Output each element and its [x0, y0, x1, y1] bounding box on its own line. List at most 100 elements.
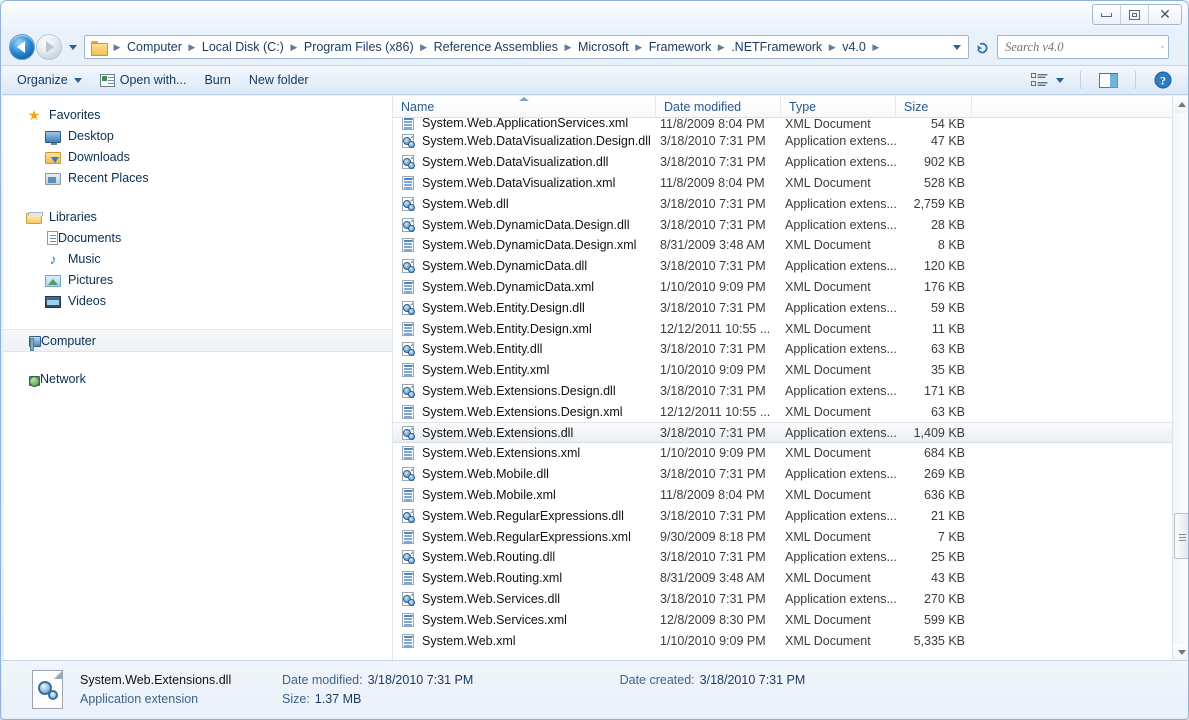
maximize-button[interactable]: [1121, 5, 1149, 24]
table-row[interactable]: System.Web.Entity.dll 3/18/2010 7:31 PM Ap…: [393, 339, 1188, 360]
table-row[interactable]: System.Web.Entity.xml 1/10/2010 9:09 PM XM…: [393, 360, 1188, 381]
table-row[interactable]: System.Web.RegularExpressions.dll 3/18/20…: [393, 505, 1188, 526]
table-row[interactable]: System.Web.DataVisualization.xml 11/8/200…: [393, 173, 1188, 194]
preview-pane-icon: [1097, 71, 1119, 89]
preview-pane-button[interactable]: [1088, 69, 1128, 91]
burn-button[interactable]: Burn: [195, 69, 239, 91]
table-row[interactable]: System.Web.Extensions.xml 1/10/2010 9:09 …: [393, 443, 1188, 464]
search-input[interactable]: [1005, 39, 1161, 55]
cell-name: System.Web.RegularExpressions.xml: [393, 529, 656, 545]
sidebar-item-favorites[interactable]: ★ Favorites: [2, 104, 392, 125]
table-row[interactable]: System.Web.Routing.dll 3/18/2010 7:31 PM A…: [393, 547, 1188, 568]
breadcrumb-item-framework[interactable]: Framework: [645, 38, 716, 56]
address-bar[interactable]: ▶ Computer ▶ Local Disk (C:) ▶ Program F…: [84, 35, 969, 59]
search-box[interactable]: [997, 35, 1169, 59]
column-header-name[interactable]: Name: [393, 96, 656, 118]
table-row[interactable]: System.Web.Extensions.dll 3/18/2010 7:31 …: [393, 422, 1188, 443]
cell-name: System.Web.Extensions.xml: [393, 445, 656, 461]
column-header-label: Size: [904, 99, 929, 114]
breadcrumb-item-local-disk[interactable]: Local Disk (C:): [198, 38, 288, 56]
sidebar-item-downloads[interactable]: Downloads: [2, 146, 392, 167]
burn-label: Burn: [204, 73, 231, 87]
sidebar-item-documents[interactable]: Documents: [2, 227, 392, 248]
breadcrumb-item-program-files[interactable]: Program Files (x86): [300, 38, 418, 56]
chevron-down-icon: [1177, 650, 1186, 655]
table-row[interactable]: System.Web.xml 1/10/2010 9:09 PM XML Docum…: [393, 630, 1188, 651]
sidebar-item-recent-places[interactable]: Recent Places: [2, 167, 392, 188]
table-row[interactable]: System.Web.Entity.Design.dll 3/18/2010 7:…: [393, 297, 1188, 318]
xml-lines-icon: [404, 406, 412, 409]
vertical-scrollbar[interactable]: [1172, 96, 1188, 661]
sidebar-item-label: Network: [40, 371, 86, 386]
table-row[interactable]: System.Web.Extensions.Design.xml 12/12/20…: [393, 401, 1188, 422]
breadcrumb-item-v40[interactable]: v4.0: [838, 38, 870, 56]
close-button[interactable]: ✕: [1149, 5, 1181, 24]
minimize-button[interactable]: [1093, 5, 1121, 24]
view-list-icon: [1028, 71, 1050, 89]
breadcrumb-item-reference-assemblies[interactable]: Reference Assemblies: [430, 38, 562, 56]
sidebar-item-desktop[interactable]: Desktop: [2, 125, 392, 146]
cell-size: 7 KB: [937, 529, 965, 544]
xml-file-icon: [401, 118, 416, 131]
table-row[interactable]: System.Web.DynamicData.xml 1/10/2010 9:09…: [393, 277, 1188, 298]
scrollbar-thumb[interactable]: [1174, 513, 1188, 559]
sidebar-item-network[interactable]: Network: [2, 368, 392, 389]
sidebar-item-label: Videos: [68, 293, 106, 308]
table-row[interactable]: System.Web.DataVisualization.dll 3/18/201…: [393, 152, 1188, 173]
sidebar-item-music[interactable]: ♪ Music: [2, 248, 392, 269]
table-row[interactable]: System.Web.DataVisualization.Design.dll 3…: [393, 131, 1188, 152]
sidebar-item-libraries[interactable]: Libraries: [2, 206, 392, 227]
table-row[interactable]: System.Web.Routing.xml 8/31/2009 3:48 AM X…: [393, 568, 1188, 589]
table-row[interactable]: System.Web.ApplicationServices.xml 11/8/2…: [393, 118, 1188, 131]
table-row[interactable]: System.Web.Entity.Design.xml 12/12/2011 1…: [393, 318, 1188, 339]
table-row[interactable]: System.Web.Mobile.xml 11/8/2009 8:04 PM XM…: [393, 485, 1188, 506]
table-row[interactable]: System.Web.Extensions.Design.dll 3/18/201…: [393, 381, 1188, 402]
open-with-button[interactable]: Open with...: [91, 69, 196, 91]
cell-name: System.Web.DataVisualization.dll: [393, 154, 656, 170]
help-button[interactable]: ?: [1143, 69, 1183, 91]
cell-type: Application extens...: [785, 196, 897, 211]
sidebar-item-computer[interactable]: Computer: [2, 329, 392, 352]
change-view-button[interactable]: [1019, 69, 1073, 91]
new-folder-button[interactable]: New folder: [240, 69, 318, 91]
cell-date-modified: 11/8/2009 8:04 PM: [660, 118, 765, 131]
table-row[interactable]: System.Web.Mobile.dll 3/18/2010 7:31 PM Ap…: [393, 464, 1188, 485]
computer-icon: [29, 336, 41, 351]
table-row[interactable]: System.Web.DynamicData.Design.xml 8/31/20…: [393, 235, 1188, 256]
column-header-type[interactable]: Type: [781, 96, 896, 118]
gear-icon: [403, 511, 415, 523]
scroll-down-button[interactable]: [1173, 644, 1188, 661]
file-name: System.Web.DynamicData.Design.dll: [422, 217, 630, 232]
xml-file-icon: [401, 529, 416, 545]
address-dropdown-button[interactable]: [948, 36, 966, 58]
column-header-date-modified[interactable]: Date modified: [656, 96, 781, 118]
xml-file-icon: [401, 237, 416, 253]
column-header-row: Name Date modified Type Size: [393, 96, 1188, 118]
organize-button[interactable]: Organize: [8, 69, 91, 91]
refresh-button[interactable]: [971, 35, 993, 59]
forward-button[interactable]: [36, 34, 62, 60]
back-button[interactable]: [9, 34, 35, 60]
sidebar-item-videos[interactable]: Videos: [2, 290, 392, 311]
column-header-size[interactable]: Size: [896, 96, 972, 118]
table-row[interactable]: System.Web.dll 3/18/2010 7:31 PM Applicati…: [393, 193, 1188, 214]
table-row[interactable]: System.Web.DynamicData.dll 3/18/2010 7:31…: [393, 256, 1188, 277]
sidebar-item-pictures[interactable]: Pictures: [2, 269, 392, 290]
xml-file-icon: [401, 570, 416, 586]
cell-type: XML Document: [785, 633, 871, 648]
breadcrumb-item-microsoft[interactable]: Microsoft: [574, 38, 633, 56]
cell-size: 599 KB: [923, 612, 965, 627]
scroll-up-button[interactable]: [1173, 96, 1188, 113]
table-row[interactable]: System.Web.RegularExpressions.xml 9/30/20…: [393, 526, 1188, 547]
recent-pages-button[interactable]: [66, 35, 80, 59]
table-row[interactable]: System.Web.Services.xml 12/8/2009 8:30 PM…: [393, 609, 1188, 630]
breadcrumb-item-computer[interactable]: Computer: [123, 38, 186, 56]
xml-lines-icon: [404, 448, 412, 451]
table-row[interactable]: System.Web.DynamicData.Design.dll 3/18/20…: [393, 214, 1188, 235]
cell-type: XML Document: [785, 279, 871, 294]
cell-type: Application extens...: [785, 342, 897, 357]
breadcrumb-item-netframework[interactable]: .NETFramework: [727, 38, 826, 56]
videos-icon: [45, 295, 61, 308]
address-bar-row: ▶ Computer ▶ Local Disk (C:) ▶ Program F…: [1, 31, 1188, 63]
table-row[interactable]: System.Web.Services.dll 3/18/2010 7:31 PM…: [393, 589, 1188, 610]
